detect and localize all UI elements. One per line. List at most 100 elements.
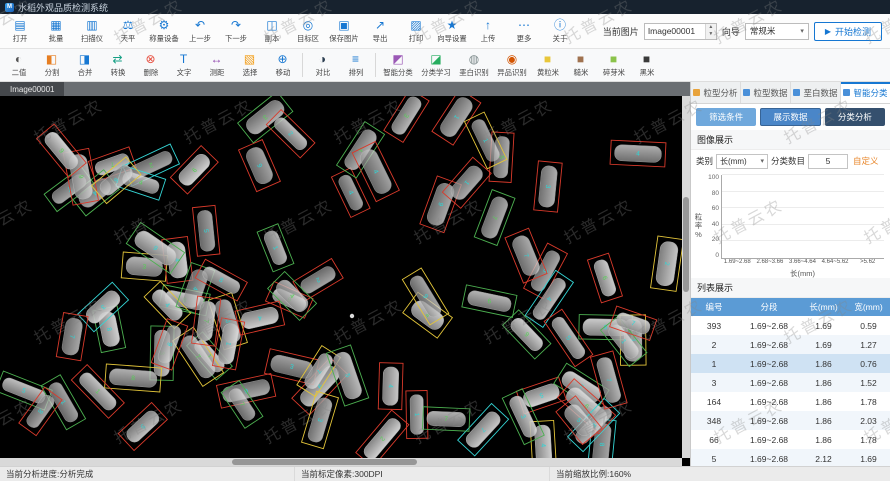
toolbar-button-label: 称量设备 <box>149 33 178 43</box>
gridline <box>722 191 884 192</box>
classify-controls-row: 类别 长(mm) ▾ 分类数目 自定义 <box>691 150 890 172</box>
redo-icon: ↷ <box>231 19 241 32</box>
table-row[interactable]: 11.69~2.681.860.76 <box>691 354 890 373</box>
toolbar-split[interactable]: ◧分割 <box>35 53 68 78</box>
table-cell: 1.69~2.68 <box>737 449 801 466</box>
image-display-section-title: 图像展示 <box>691 130 890 150</box>
wizard-select[interactable]: 常规米 ▾ <box>745 23 809 40</box>
toolbar-foreign-grain[interactable]: ◉异品识别 <box>493 53 531 78</box>
gridline <box>722 240 884 241</box>
edit-toolbar-items: ◐二值◧分割◨合并⇄转换⊗删除T文字↔测距▧选择⊕移动◑对比≡排列◩智能分类◪分… <box>2 49 663 81</box>
category-label: 类别 <box>696 155 713 167</box>
vertical-scrollbar[interactable] <box>682 96 690 458</box>
toolbar-classify-learn[interactable]: ◪分类学习 <box>417 53 455 78</box>
category-select[interactable]: 长(mm) ▾ <box>716 154 768 169</box>
toolbar-broken-rice[interactable]: ■碎芽米 <box>597 53 630 78</box>
toolbar-brown-rice[interactable]: ■糙米 <box>564 53 597 78</box>
sub-button-3[interactable]: 分类分析 <box>825 108 885 126</box>
toolbar-binarize[interactable]: ◐二值 <box>2 53 35 78</box>
table-header-cell: 分段 <box>737 298 801 316</box>
table-row[interactable]: 51.69~2.682.121.69 <box>691 449 890 466</box>
toolbar-target-area[interactable]: ◎目标区 <box>290 14 326 48</box>
sub-button-1[interactable]: 筛选条件 <box>696 108 756 126</box>
target-area-icon: ◎ <box>303 19 313 32</box>
toolbar-move[interactable]: ⊕移动 <box>266 53 299 78</box>
toolbar-open[interactable]: ▤打开 <box>2 14 38 48</box>
toolbar-arrange[interactable]: ≡排列 <box>339 53 372 78</box>
start-detection-button[interactable]: ▶ 开始检测 <box>814 22 882 41</box>
toolbar-wizard-settings[interactable]: ★向导设置 <box>434 14 470 48</box>
toolbar-device-settings[interactable]: ⚙称量设备 <box>146 14 182 48</box>
toolbar-delete[interactable]: ⊗删除 <box>134 53 167 78</box>
wizard-settings-icon: ★ <box>447 19 458 32</box>
panel-tab-4[interactable]: 智能分类 <box>841 82 890 103</box>
play-icon: ▶ <box>825 27 831 36</box>
table-row[interactable]: 31.69~2.681.861.52 <box>691 373 890 392</box>
panel-tab-1[interactable]: 粒型分析 <box>691 82 741 103</box>
panel-sub-buttons: 筛选条件展示数据分类分析 <box>691 104 890 130</box>
custom-link[interactable]: 自定义 <box>853 155 879 167</box>
table-row[interactable]: 1641.69~2.681.861.78 <box>691 392 890 411</box>
toolbar-merge[interactable]: ◨合并 <box>68 53 101 78</box>
chart-bars <box>722 175 884 258</box>
toolbar-about[interactable]: ⓘ关于 <box>542 14 578 48</box>
toolbar-undo[interactable]: ↶上一步 <box>182 14 218 48</box>
table-row[interactable]: 661.69~2.681.861.78 <box>691 430 890 449</box>
toolbar-save-image[interactable]: ▣保存图片 <box>326 14 362 48</box>
sub-button-2[interactable]: 展示数据 <box>760 108 820 126</box>
table-cell: 393 <box>691 316 737 335</box>
grain-table: 编号分段长(mm)宽(mm) 3931.69~2.681.690.5921.69… <box>691 298 890 466</box>
toolbar-button-label: 排列 <box>348 67 363 77</box>
toolbar-measure[interactable]: ↔测距 <box>200 53 233 78</box>
toolbar-yellow-rice[interactable]: ■黄粒米 <box>531 53 564 78</box>
toolbar-more[interactable]: ⋯更多 <box>506 14 542 48</box>
panel-tab-3[interactable]: 垩白数据 <box>791 82 841 103</box>
status-progress: 当前分析进度:分析完成 <box>0 467 295 481</box>
x-tick-label: >5.62 <box>851 259 884 268</box>
toolbar-chalkiness[interactable]: ◍垩白识别 <box>455 53 493 78</box>
toolbar-black-rice[interactable]: ■黑米 <box>630 53 663 78</box>
table-row[interactable]: 3931.69~2.681.690.59 <box>691 316 890 335</box>
toolbar-balance[interactable]: ⚖天平 <box>110 14 146 48</box>
current-image-input[interactable] <box>645 24 705 39</box>
toolbar-export[interactable]: ↗导出 <box>362 14 398 48</box>
stepper-down-icon[interactable]: ▼ <box>706 31 716 39</box>
table-cell: 3 <box>691 373 737 392</box>
edit-toolbar: ◐二值◧分割◨合并⇄转换⊗删除T文字↔测距▧选择⊕移动◑对比≡排列◩智能分类◪分… <box>0 49 890 82</box>
toolbar-convert[interactable]: ⇄转换 <box>101 53 134 78</box>
toolbar-button-label: 选择 <box>242 67 257 77</box>
toolbar-button-label: 打开 <box>13 33 28 43</box>
horizontal-scrollbar-thumb[interactable] <box>232 459 417 465</box>
toolbar-print[interactable]: ▨打印 <box>398 14 434 48</box>
table-cell: 1.69~2.68 <box>737 373 801 392</box>
table-header-cell: 编号 <box>691 298 737 316</box>
toolbar-upload[interactable]: ↑上传 <box>470 14 506 48</box>
table-row[interactable]: 3481.69~2.681.862.03 <box>691 411 890 430</box>
table-row[interactable]: 21.69~2.681.691.27 <box>691 335 890 354</box>
select-icon: ▧ <box>244 53 255 66</box>
toolbar-text[interactable]: T文字 <box>167 53 200 78</box>
toolbar-button-label: 上传 <box>481 33 496 43</box>
stepper-up-icon[interactable]: ▲ <box>706 24 716 32</box>
toolbar-smart-classify[interactable]: ◩智能分类 <box>379 53 417 78</box>
toolbar-select[interactable]: ▧选择 <box>233 53 266 78</box>
toolbar-right-controls: 当前图片 ▲▼ 向导 常规米 ▾ ▶ 开始检测 <box>603 22 888 41</box>
image-stepper[interactable]: ▲▼ <box>705 24 716 39</box>
class-count-label: 分类数目 <box>771 155 805 167</box>
wizard-select-value: 常规米 <box>750 25 776 37</box>
toolbar-compare[interactable]: ◑对比 <box>306 53 339 78</box>
panel-tab-2[interactable]: 粒型数据 <box>741 82 791 103</box>
toolbar-copy[interactable]: ◫副本 <box>254 14 290 48</box>
toolbar-batch[interactable]: ▦批量 <box>38 14 74 48</box>
toolbar-redo[interactable]: ↷下一步 <box>218 14 254 48</box>
table-cell: 1.86 <box>801 430 846 449</box>
image-tab[interactable]: Image00001 <box>0 82 64 96</box>
toolbar-button-label: 垩白识别 <box>459 67 488 77</box>
more-icon: ⋯ <box>518 19 530 32</box>
toolbar-scanner[interactable]: ▥扫描仪 <box>74 14 110 48</box>
vertical-scrollbar-thumb[interactable] <box>683 197 689 292</box>
table-cell: 1.86 <box>801 392 846 411</box>
class-count-input[interactable] <box>808 154 848 169</box>
grain-image-canvas[interactable]: 4231733431458315944527866979854154171792… <box>0 96 682 458</box>
horizontal-scrollbar[interactable] <box>0 458 682 466</box>
